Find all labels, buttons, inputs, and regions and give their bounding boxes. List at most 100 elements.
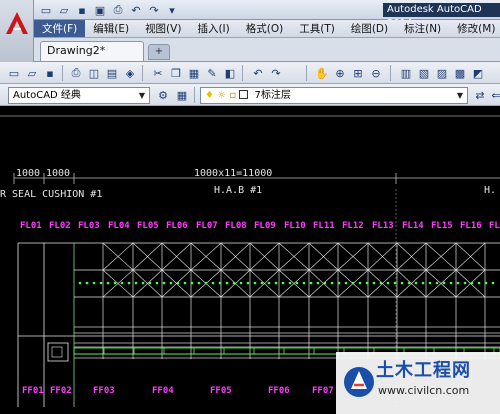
fastener-dot — [169, 281, 173, 285]
workspace-settings-icon[interactable]: ⚙ — [155, 87, 171, 103]
dropdown-icon[interactable]: ▾ — [164, 2, 180, 18]
fastener-dot — [218, 281, 222, 285]
fastener-dot — [372, 281, 376, 285]
save-icon[interactable]: ▪ — [74, 2, 90, 18]
copy-icon[interactable]: ❐ — [168, 65, 184, 81]
frame-label: FF02 — [50, 386, 72, 396]
fastener-dot — [127, 281, 131, 285]
paste-icon[interactable]: ▦ — [186, 65, 202, 81]
quick-access-toolbar: ▭ ▱ ▪ ▣ ⎙ ↶ ↷ ▾ — [38, 2, 180, 18]
design-center-icon[interactable]: ▧ — [416, 65, 432, 81]
layer-previous-icon[interactable]: ⇐ — [488, 87, 500, 103]
open-file-icon[interactable]: ▱ — [24, 65, 40, 81]
menu-dimension[interactable]: 标注(N) — [396, 20, 449, 37]
unlock-icon: ▫ — [229, 90, 237, 101]
fastener-dot — [365, 281, 369, 285]
layer-properties-icon[interactable]: ▦ — [174, 87, 190, 103]
save-file-icon[interactable]: ▪ — [42, 65, 58, 81]
print-icon[interactable]: ⎙ — [110, 2, 126, 18]
frame-label: FF07 — [312, 386, 334, 396]
menu-modify[interactable]: 修改(M) — [449, 20, 500, 37]
properties-icon[interactable]: ▥ — [398, 65, 414, 81]
frame-label: FF06 — [268, 386, 290, 396]
fastener-dot — [330, 281, 334, 285]
dimension-total: 1000x11=11000 — [194, 168, 272, 179]
menu-edit[interactable]: 编辑(E) — [85, 20, 137, 37]
layer-select[interactable]: ♦ ☼ ▫ 7标注层 ▼ — [200, 87, 468, 104]
redo-icon[interactable]: ↷ — [146, 2, 162, 18]
fastener-dot — [197, 281, 201, 285]
make-current-icon[interactable]: ⇄ — [472, 87, 488, 103]
title-bar: ▭ ▱ ▪ ▣ ⎙ ↶ ↷ ▾ Autodesk AutoCAD 2014 — [0, 0, 500, 29]
application-menu-button[interactable] — [0, 0, 34, 62]
fastener-dot — [134, 281, 138, 285]
block-editor-icon[interactable]: ◧ — [222, 65, 238, 81]
cut-icon[interactable]: ✂ — [150, 65, 166, 81]
fastener-dot — [302, 281, 306, 285]
zoom-previous-icon[interactable]: ⊖ — [368, 65, 384, 81]
redo-toolbar-icon[interactable]: ↷ — [268, 65, 284, 81]
layers-toolbar: AutoCAD 经典 ▼ ⚙ ▦ ♦ ☼ ▫ 7标注层 ▼ ⇄ ⇐ — [0, 84, 500, 106]
floor-label: FL1 — [489, 221, 500, 231]
workspace-select[interactable]: AutoCAD 经典 ▼ — [8, 87, 150, 104]
floor-label: FL04 — [108, 221, 130, 231]
floor-label: FL12 — [342, 221, 364, 231]
markup-icon[interactable]: ◩ — [470, 65, 486, 81]
fastener-dot — [190, 281, 194, 285]
floor-label: FL15 — [431, 221, 453, 231]
new-icon[interactable]: ▭ — [38, 2, 54, 18]
plot-preview-icon[interactable]: ◫ — [86, 65, 102, 81]
frame-label: FF03 — [93, 386, 115, 396]
qnew-icon[interactable]: ▭ — [6, 65, 22, 81]
publish-icon[interactable]: ▤ — [104, 65, 120, 81]
tool-palettes-icon[interactable]: ▨ — [434, 65, 450, 81]
section-label-seal: R SEAL CUSHION #1 — [0, 189, 102, 200]
fastener-dot — [106, 281, 110, 285]
fastener-dot — [281, 281, 285, 285]
fastener-dot — [386, 281, 390, 285]
fastener-dot — [148, 281, 152, 285]
watermark: 土木工程网 www.civilcn.com — [336, 352, 500, 414]
fastener-dot — [491, 281, 495, 285]
frame-label: FF05 — [210, 386, 232, 396]
menu-format[interactable]: 格式(O) — [238, 20, 291, 37]
floor-label: FL08 — [225, 221, 247, 231]
fastener-dot — [176, 281, 180, 285]
open-icon[interactable]: ▱ — [56, 2, 72, 18]
menu-file[interactable]: 文件(F) — [34, 20, 86, 37]
menu-view[interactable]: 视图(V) — [137, 20, 189, 37]
saveas-icon[interactable]: ▣ — [92, 2, 108, 18]
plot-icon[interactable]: ⎙ — [68, 65, 84, 81]
undo-toolbar-icon[interactable]: ↶ — [250, 65, 266, 81]
device-box-inner — [51, 346, 63, 358]
3d-dwf-icon[interactable]: ◈ — [122, 65, 138, 81]
fastener-dot — [428, 281, 432, 285]
match-properties-icon[interactable]: ✎ — [204, 65, 220, 81]
fastener-dot — [442, 281, 446, 285]
watermark-title: 土木工程网 — [376, 360, 471, 381]
menu-tools[interactable]: 工具(T) — [291, 20, 343, 37]
floor-label: FL11 — [313, 221, 335, 231]
section-label-h: H. — [484, 185, 496, 196]
undo-icon[interactable]: ↶ — [128, 2, 144, 18]
fastener-dot — [477, 281, 481, 285]
layer-color-swatch — [239, 90, 249, 99]
frame-label: FF01 — [22, 386, 44, 396]
menu-insert[interactable]: 插入(I) — [189, 20, 237, 37]
fastener-dot — [99, 281, 103, 285]
sheet-set-icon[interactable]: ▩ — [452, 65, 468, 81]
menu-draw[interactable]: 绘图(D) — [343, 20, 396, 37]
zoom-realtime-icon[interactable]: ⊕ — [332, 65, 348, 81]
fastener-dot — [414, 281, 418, 285]
floor-label: FL05 — [137, 221, 159, 231]
new-tab-button[interactable]: + — [148, 44, 170, 60]
tab-drawing2[interactable]: Drawing2* — [40, 41, 144, 61]
fastener-dot — [78, 281, 82, 285]
menu-bar: 文件(F) 编辑(E) 视图(V) 插入(I) 格式(O) 工具(T) 绘图(D… — [34, 20, 500, 38]
pan-icon[interactable]: ✋ — [314, 65, 330, 81]
fastener-dot — [344, 281, 348, 285]
fastener-dot — [309, 281, 313, 285]
zoom-window-icon[interactable]: ⊞ — [350, 65, 366, 81]
fastener-dot — [337, 281, 341, 285]
section-label-hab: H.A.B #1 — [214, 185, 262, 196]
